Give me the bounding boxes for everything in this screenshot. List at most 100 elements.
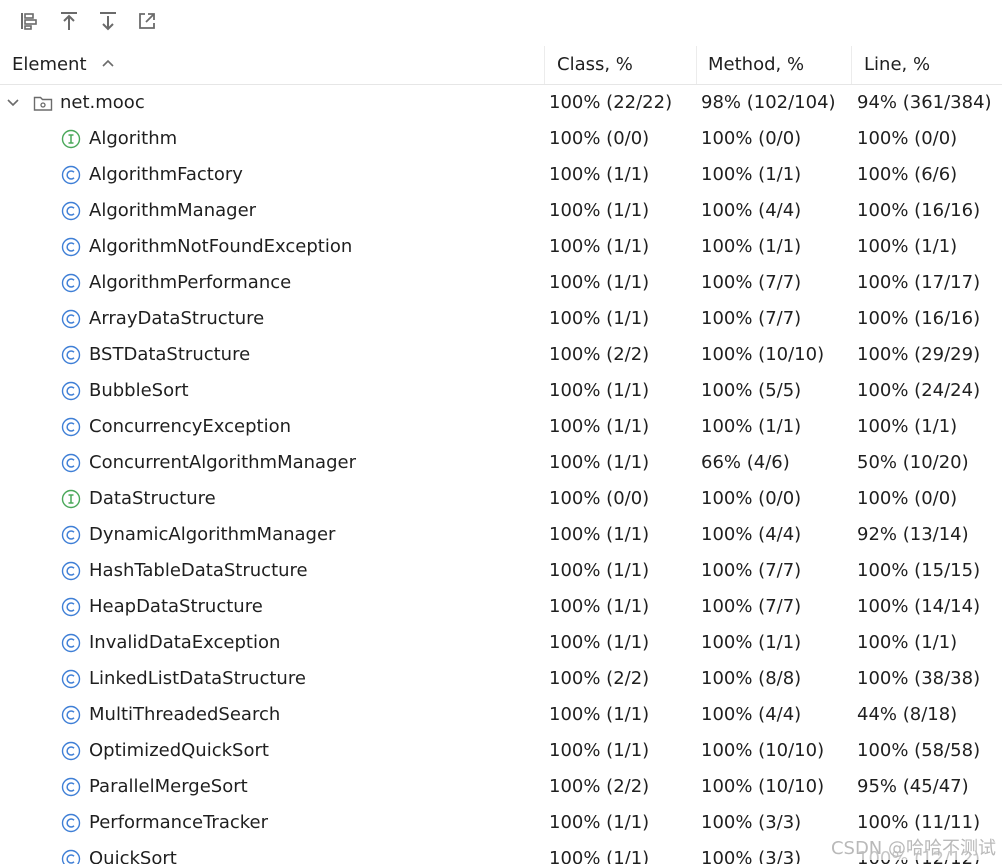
row-element: AlgorithmFactory [61,157,243,193]
table-row[interactable]: BubbleSort 100% (1/1) 100% (5/5) 100% (24/2… [0,373,1002,409]
class-icon [61,237,81,257]
interface-icon [61,129,81,149]
row-method-coverage: 100% (3/3) [701,848,802,864]
row-element-name: LinkedListDataStructure [89,668,306,689]
export-coverage-button[interactable] [95,8,121,34]
table-row[interactable]: AlgorithmManager 100% (1/1) 100% (4/4) 100%… [0,193,1002,229]
class-icon [61,813,81,833]
class-icon [61,201,81,221]
table-row[interactable]: BSTDataStructure 100% (2/2) 100% (10/10) 10… [0,337,1002,373]
row-element: QuickSort [61,841,177,864]
table-row[interactable]: ConcurrentAlgorithmManager 100% (1/1) 66% … [0,445,1002,481]
row-class-coverage: 100% (1/1) [549,596,650,617]
import-coverage-button[interactable] [56,8,82,34]
class-icon [61,633,81,653]
row-method-coverage: 100% (7/7) [701,272,802,293]
row-line-coverage: 100% (6/6) [857,164,958,185]
row-element-name: AlgorithmNotFoundException [89,236,353,257]
row-class-coverage: 100% (1/1) [549,632,650,653]
row-class-coverage: 100% (1/1) [549,308,650,329]
package-row[interactable]: net.mooc 100% (22/22) 98% (102/104) 94% … [0,85,1002,121]
class-icon [61,345,81,365]
row-element-name: DataStructure [89,488,216,509]
table-row[interactable]: ArrayDataStructure 100% (1/1) 100% (7/7) 10… [0,301,1002,337]
row-element: PerformanceTracker [61,805,268,841]
table-row[interactable]: ConcurrencyException 100% (1/1) 100% (1/1)… [0,409,1002,445]
row-class-coverage: 100% (1/1) [549,740,650,761]
table-row[interactable]: AlgorithmPerformance 100% (1/1) 100% (7/7)… [0,265,1002,301]
row-method-coverage: 100% (1/1) [701,632,802,653]
row-element-name: HashTableDataStructure [89,560,308,581]
class-icon [61,777,81,797]
row-class-coverage: 100% (1/1) [549,416,650,437]
column-header-line[interactable]: Line, % [864,46,930,84]
class-icon [61,273,81,293]
table-row[interactable]: ParallelMergeSort 100% (2/2) 100% (10/10) 9… [0,769,1002,805]
table-row[interactable]: Algorithm 100% (0/0) 100% (0/0) 100% (0/0) [0,121,1002,157]
row-line-coverage: 50% (10/20) [857,452,969,473]
package-folder-icon [33,96,53,111]
row-class-coverage: 100% (1/1) [549,848,650,864]
table-row[interactable]: DynamicAlgorithmManager 100% (1/1) 100% (4… [0,517,1002,553]
row-element: ParallelMergeSort [61,769,248,805]
class-icon [61,741,81,761]
row-element-name: AlgorithmFactory [89,164,243,185]
row-class-coverage: 100% (2/2) [549,344,650,365]
column-divider[interactable] [696,46,697,84]
column-header-element[interactable]: Element [12,46,114,84]
flatten-packages-button[interactable] [16,8,42,34]
row-class-coverage: 100% (1/1) [549,200,650,221]
row-method-coverage: 100% (4/4) [701,704,802,725]
column-header-class[interactable]: Class, % [557,46,633,84]
class-icon [61,669,81,689]
coverage-tree: net.mooc 100% (22/22) 98% (102/104) 94% … [0,85,1002,864]
row-class-coverage: 100% (1/1) [549,524,650,545]
row-element-name: ArrayDataStructure [89,308,265,329]
table-row[interactable]: DataStructure 100% (0/0) 100% (0/0) 100% (0… [0,481,1002,517]
row-line-coverage: 44% (8/18) [857,704,958,725]
table-row[interactable]: AlgorithmFactory 100% (1/1) 100% (1/1) 100%… [0,157,1002,193]
package-method-coverage: 98% (102/104) [701,92,836,113]
table-row[interactable]: HeapDataStructure 100% (1/1) 100% (7/7) 100… [0,589,1002,625]
row-line-coverage: 100% (16/16) [857,308,981,329]
chevron-down-icon[interactable] [6,96,20,110]
row-element-name: ConcurrencyException [89,416,291,437]
row-line-coverage: 100% (24/24) [857,380,981,401]
class-icon [61,309,81,329]
table-row[interactable]: HashTableDataStructure 100% (1/1) 100% (7/… [0,553,1002,589]
row-element: DataStructure [61,481,216,517]
export-coverage-icon [100,12,116,31]
row-class-coverage: 100% (1/1) [549,236,650,257]
row-element: ConcurrencyException [61,409,291,445]
row-element: BubbleSort [61,373,189,409]
table-row[interactable]: InvalidDataException 100% (1/1) 100% (1/1)… [0,625,1002,661]
row-line-coverage: 100% (1/1) [857,236,958,257]
row-element-name: BubbleSort [89,380,189,401]
table-row[interactable]: OptimizedQuickSort 100% (1/1) 100% (10/10)… [0,733,1002,769]
class-icon [61,453,81,473]
table-row[interactable]: LinkedListDataStructure 100% (2/2) 100% (8… [0,661,1002,697]
row-method-coverage: 100% (0/0) [701,128,802,149]
package-line-coverage: 94% (361/384) [857,92,992,113]
row-element-name: PerformanceTracker [89,812,268,833]
column-divider[interactable] [544,46,545,84]
row-element-name: OptimizedQuickSort [89,740,269,761]
column-header-method[interactable]: Method, % [708,46,804,84]
row-class-coverage: 100% (0/0) [549,488,650,509]
row-element: LinkedListDataStructure [61,661,306,697]
column-divider[interactable] [851,46,852,84]
class-icon [61,705,81,725]
open-external-button[interactable] [134,8,160,34]
row-line-coverage: 100% (0/0) [857,488,958,509]
row-class-coverage: 100% (1/1) [549,812,650,833]
row-element-name: AlgorithmPerformance [89,272,292,293]
table-row[interactable]: MultiThreadedSearch 100% (1/1) 100% (4/4) 4… [0,697,1002,733]
row-class-coverage: 100% (1/1) [549,704,650,725]
table-row[interactable]: AlgorithmNotFoundException 100% (1/1) 100%… [0,229,1002,265]
row-method-coverage: 100% (7/7) [701,560,802,581]
row-element: AlgorithmNotFoundException [61,229,352,265]
row-method-coverage: 100% (1/1) [701,236,802,257]
row-method-coverage: 100% (1/1) [701,164,802,185]
open-external-icon [139,13,155,29]
row-element: AlgorithmManager [61,193,256,229]
